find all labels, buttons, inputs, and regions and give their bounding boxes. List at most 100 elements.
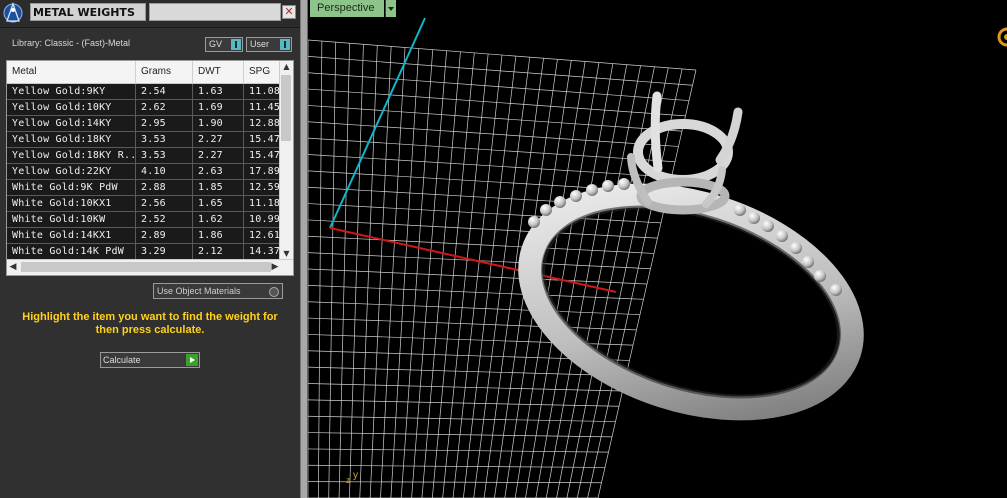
gv-toggle[interactable]: GV bbox=[205, 37, 243, 52]
cell-spg: 15.47 bbox=[244, 148, 281, 163]
cell-dwt: 2.27 bbox=[193, 148, 244, 163]
bead bbox=[790, 242, 802, 254]
metal-weights-table: Metal Grams DWT SPG Yellow Gold:9KY 2.54 1… bbox=[6, 60, 294, 276]
cell-dwt: 2.63 bbox=[193, 164, 244, 179]
radio-icon[interactable] bbox=[269, 287, 279, 297]
use-object-materials-option[interactable]: Use Object Materials bbox=[153, 283, 283, 299]
table-body: Yellow Gold:9KY 2.54 1.63 11.08 Yellow Gold… bbox=[7, 84, 281, 260]
cell-metal: White Gold:10KX1 bbox=[7, 196, 136, 211]
cell-dwt: 1.65 bbox=[193, 196, 244, 211]
column-header-spg[interactable]: SPG bbox=[244, 61, 281, 83]
cell-dwt: 1.69 bbox=[193, 100, 244, 115]
user-toggle[interactable]: User bbox=[246, 37, 292, 52]
column-header-metal[interactable]: Metal bbox=[7, 61, 136, 83]
app-logo-icon bbox=[3, 2, 23, 23]
scroll-left-arrow-icon[interactable]: ◀ bbox=[7, 260, 19, 275]
cell-grams: 2.52 bbox=[136, 212, 193, 227]
view-gizmo-icon[interactable] bbox=[996, 26, 1007, 48]
table-row[interactable]: White Gold:10KW 2.52 1.62 10.99 bbox=[7, 212, 281, 228]
axis-label-z: z bbox=[346, 476, 350, 485]
grid-line bbox=[308, 39, 697, 71]
cell-dwt: 1.63 bbox=[193, 84, 244, 99]
table-row[interactable]: White Gold:10KX1 2.56 1.65 11.18 bbox=[7, 196, 281, 212]
cell-grams: 2.89 bbox=[136, 228, 193, 243]
table-row[interactable]: Yellow Gold:14KY 2.95 1.90 12.88 bbox=[7, 116, 281, 132]
panel-splitter[interactable] bbox=[300, 0, 308, 498]
cell-metal: Yellow Gold:9KY bbox=[7, 84, 136, 99]
cell-dwt: 2.27 bbox=[193, 132, 244, 147]
cell-metal: Yellow Gold:10KY bbox=[7, 100, 136, 115]
cell-spg: 12.59 bbox=[244, 180, 281, 195]
cell-dwt: 1.85 bbox=[193, 180, 244, 195]
horizontal-scroll-thumb[interactable] bbox=[21, 262, 271, 272]
cell-grams: 3.53 bbox=[136, 148, 193, 163]
cell-grams: 4.10 bbox=[136, 164, 193, 179]
bead bbox=[814, 270, 826, 282]
column-header-dwt[interactable]: DWT bbox=[193, 61, 244, 83]
scroll-right-arrow-icon[interactable]: ▶ bbox=[269, 260, 281, 275]
table-row[interactable]: White Gold:14KX1 2.89 1.86 12.61 bbox=[7, 228, 281, 244]
grid-line bbox=[308, 121, 679, 147]
grid-line bbox=[308, 56, 693, 86]
metal-weights-panel: METAL WEIGHTS ✕ Library: Classic - (Fast… bbox=[0, 0, 300, 498]
cell-spg: 17.89 bbox=[244, 164, 281, 179]
instruction-text: Highlight the item you want to find the … bbox=[22, 311, 278, 336]
calculate-button[interactable]: Calculate bbox=[100, 352, 200, 368]
table-row[interactable]: Yellow Gold:9KY 2.54 1.63 11.08 bbox=[7, 84, 281, 100]
ring-model bbox=[518, 91, 864, 421]
cell-spg: 14.37 bbox=[244, 244, 281, 259]
cell-grams: 2.54 bbox=[136, 84, 193, 99]
table-header: Metal Grams DWT SPG bbox=[7, 61, 281, 84]
axis-label-y: y bbox=[353, 470, 358, 481]
toggle-indicator-icon bbox=[280, 39, 290, 50]
cell-spg: 12.88 bbox=[244, 116, 281, 131]
table-row[interactable]: Yellow Gold:10KY 2.62 1.69 11.45 bbox=[7, 100, 281, 116]
grid-line bbox=[308, 235, 655, 254]
gv-toggle-label: GV bbox=[209, 39, 223, 49]
bead bbox=[602, 180, 614, 192]
panel-titlebar[interactable]: METAL WEIGHTS ✕ bbox=[0, 0, 300, 28]
use-object-materials-label: Use Object Materials bbox=[157, 286, 241, 296]
cell-dwt: 1.86 bbox=[193, 228, 244, 243]
3d-viewport[interactable]: Perspective y z bbox=[308, 0, 1007, 498]
table-row[interactable]: White Gold:14K PdW 3.29 2.12 14.37 bbox=[7, 244, 281, 260]
close-icon[interactable]: ✕ bbox=[282, 5, 296, 19]
cell-dwt: 2.12 bbox=[193, 244, 244, 259]
horizontal-scrollbar[interactable]: ◀ ▶ bbox=[7, 259, 293, 275]
cell-metal: Yellow Gold:18KY bbox=[7, 132, 136, 147]
cell-grams: 2.62 bbox=[136, 100, 193, 115]
view-mode-label[interactable]: Perspective bbox=[310, 0, 384, 17]
bead bbox=[540, 204, 552, 216]
dropdown-arrow-icon[interactable] bbox=[385, 0, 396, 17]
cell-spg: 15.47 bbox=[244, 132, 281, 147]
cell-grams: 3.29 bbox=[136, 244, 193, 259]
bead bbox=[554, 196, 566, 208]
cell-metal: Yellow Gold:14KY bbox=[7, 116, 136, 131]
grid-line bbox=[308, 105, 683, 132]
cell-spg: 11.45 bbox=[244, 100, 281, 115]
panel-title: METAL WEIGHTS bbox=[30, 3, 146, 21]
table-row[interactable]: Yellow Gold:18KY R... 3.53 2.27 15.47 bbox=[7, 148, 281, 164]
viewport-canvas[interactable] bbox=[308, 0, 1007, 498]
cell-grams: 2.95 bbox=[136, 116, 193, 131]
cell-grams: 2.88 bbox=[136, 180, 193, 195]
bead bbox=[570, 190, 582, 202]
bead bbox=[830, 284, 842, 296]
table-row[interactable]: Yellow Gold:18KY 3.53 2.27 15.47 bbox=[7, 132, 281, 148]
grid-line bbox=[308, 88, 686, 117]
column-header-grams[interactable]: Grams bbox=[136, 61, 193, 83]
scroll-up-arrow-icon[interactable]: ▲ bbox=[280, 61, 293, 73]
calculate-label: Calculate bbox=[103, 355, 141, 365]
library-label: Library: Classic - (Fast)-Metal bbox=[12, 38, 131, 48]
table-row[interactable]: White Gold:9K PdW 2.88 1.85 12.59 bbox=[7, 180, 281, 196]
bead bbox=[528, 216, 540, 228]
y-axis-line bbox=[329, 17, 426, 229]
cell-metal: Yellow Gold:22KY bbox=[7, 164, 136, 179]
cell-grams: 2.56 bbox=[136, 196, 193, 211]
cell-dwt: 1.90 bbox=[193, 116, 244, 131]
cell-metal: White Gold:9K PdW bbox=[7, 180, 136, 195]
vertical-scroll-thumb[interactable] bbox=[281, 75, 291, 141]
vertical-scrollbar[interactable]: ▲ ▼ bbox=[279, 61, 293, 260]
table-row[interactable]: Yellow Gold:22KY 4.10 2.63 17.89 bbox=[7, 164, 281, 180]
cell-metal: White Gold:14K PdW bbox=[7, 244, 136, 259]
